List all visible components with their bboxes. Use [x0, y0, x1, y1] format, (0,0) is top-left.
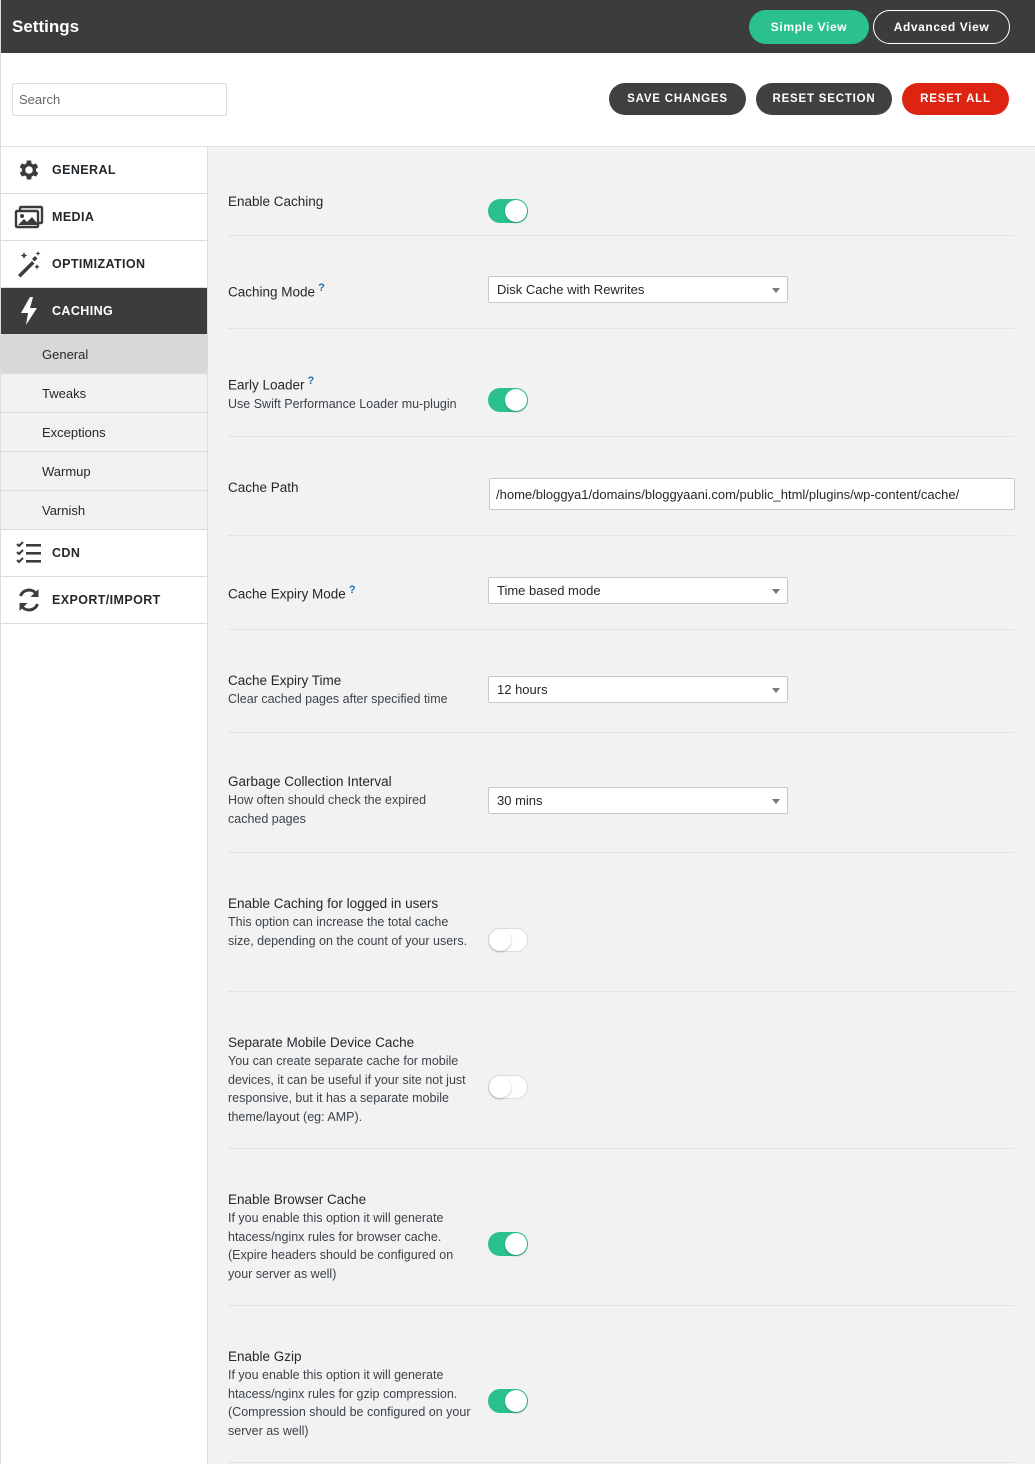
sync-icon: [14, 585, 44, 615]
chevron-down-icon: [772, 589, 780, 594]
setting-label: Cache Expiry Time: [228, 673, 342, 688]
save-changes-button[interactable]: SAVE CHANGES: [609, 83, 746, 115]
setting-label: Early Loader: [228, 377, 305, 393]
setting-row-cache-expiry-mode: Cache Expiry Mode? Time based mode: [228, 536, 1014, 630]
sidebar-subitem-tweaks[interactable]: Tweaks: [1, 374, 207, 413]
sidebar-item-label: CDN: [52, 546, 81, 560]
sidebar-item-label: MEDIA: [52, 210, 95, 224]
setting-label: Garbage Collection Interval: [228, 774, 392, 789]
cache-expiry-time-select[interactable]: 12 hours: [488, 676, 788, 703]
setting-description: If you enable this option it will genera…: [228, 1211, 454, 1281]
sidebar-item-cdn[interactable]: CDN: [1, 530, 207, 577]
mobile-cache-toggle[interactable]: [488, 1075, 528, 1099]
settings-window: Settings Simple View Advanced View SAVE …: [0, 0, 1035, 1464]
sidebar-subitem-exceptions[interactable]: Exceptions: [1, 413, 207, 452]
sidebar-item-label: OPTIMIZATION: [52, 257, 146, 271]
gzip-toggle[interactable]: [488, 1389, 528, 1413]
setting-row-early-loader: Early Loader? Use Swift Performance Load…: [228, 329, 1014, 437]
toolbar: SAVE CHANGES RESET SECTION RESET ALL: [1, 53, 1035, 147]
setting-description: This option can increase the total cache…: [228, 915, 468, 948]
magic-wand-icon: [14, 249, 44, 279]
sidebar-item-label: GENERAL: [52, 163, 116, 177]
settings-panel: Enable Caching Caching Mode? Disk Cache …: [208, 147, 1035, 1464]
cache-path-input[interactable]: /home/bloggya1/domains/bloggyaani.com/pu…: [489, 478, 1015, 510]
sidebar-item-export-import[interactable]: EXPORT/IMPORT: [1, 577, 207, 624]
setting-description: If you enable this option it will genera…: [228, 1368, 471, 1438]
setting-label: Cache Path: [228, 480, 299, 495]
help-icon[interactable]: ?: [308, 375, 315, 387]
setting-description: How often should check the expired cache…: [228, 793, 427, 826]
setting-row-enable-caching: Enable Caching: [228, 147, 1014, 236]
setting-row-gc-interval: Garbage Collection Interval How often sh…: [228, 733, 1014, 853]
help-icon[interactable]: ?: [349, 584, 356, 596]
sidebar-item-label: CACHING: [52, 304, 114, 318]
advanced-view-button[interactable]: Advanced View: [873, 10, 1010, 44]
simple-view-button[interactable]: Simple View: [749, 10, 869, 44]
setting-row-gzip: Enable Gzip If you enable this option it…: [228, 1306, 1014, 1463]
header-bar: Settings Simple View Advanced View: [1, 0, 1035, 53]
chevron-down-icon: [772, 288, 780, 293]
setting-label: Enable Caching: [228, 194, 324, 209]
setting-row-browser-cache: Enable Browser Cache If you enable this …: [228, 1149, 1014, 1306]
sidebar-subitem-varnish[interactable]: Varnish: [1, 491, 207, 530]
setting-description: Clear cached pages after specified time: [228, 692, 448, 706]
sidebar-item-optimization[interactable]: OPTIMIZATION: [1, 241, 207, 288]
chevron-down-icon: [772, 799, 780, 804]
setting-label: Enable Browser Cache: [228, 1192, 367, 1207]
sidebar: GENERAL MEDIA OPTIMIZATION CACHING Gener…: [1, 147, 208, 1464]
enable-caching-toggle[interactable]: [488, 199, 528, 223]
reset-section-button[interactable]: RESET SECTION: [756, 83, 892, 115]
setting-row-cache-expiry-time: Cache Expiry Time Clear cached pages aft…: [228, 630, 1014, 733]
browser-cache-toggle[interactable]: [488, 1232, 528, 1256]
setting-row-logged-in-users: Enable Caching for logged in users This …: [228, 853, 1014, 992]
setting-row-mobile-cache: Separate Mobile Device Cache You can cre…: [228, 992, 1014, 1149]
chevron-down-icon: [772, 688, 780, 693]
images-icon: [14, 202, 44, 232]
cache-expiry-mode-select[interactable]: Time based mode: [488, 577, 788, 604]
gc-interval-select[interactable]: 30 mins: [488, 787, 788, 814]
help-icon[interactable]: ?: [318, 282, 325, 294]
page-title: Settings: [12, 17, 80, 36]
sidebar-item-label: EXPORT/IMPORT: [52, 593, 161, 607]
setting-row-cache-path: Cache Path /home/bloggya1/domains/bloggy…: [228, 437, 1015, 536]
logged-in-cache-toggle[interactable]: [488, 928, 528, 952]
gear-icon: [14, 155, 44, 185]
sidebar-subitem-general[interactable]: General: [1, 335, 207, 374]
checklist-icon: [14, 538, 44, 568]
early-loader-toggle[interactable]: [488, 388, 528, 412]
lightning-bolt-icon: [14, 296, 44, 326]
sidebar-item-media[interactable]: MEDIA: [1, 194, 207, 241]
sidebar-subitem-warmup[interactable]: Warmup: [1, 452, 207, 491]
setting-row-caching-mode: Caching Mode? Disk Cache with Rewrites: [228, 236, 1014, 329]
setting-label: Enable Gzip: [228, 1349, 302, 1364]
setting-label: Cache Expiry Mode: [228, 586, 346, 602]
sidebar-item-general[interactable]: GENERAL: [1, 147, 207, 194]
setting-description: You can create separate cache for mobile…: [228, 1054, 466, 1124]
caching-mode-select[interactable]: Disk Cache with Rewrites: [488, 276, 788, 303]
setting-label: Enable Caching for logged in users: [228, 896, 439, 911]
sidebar-item-caching[interactable]: CACHING: [1, 288, 207, 335]
search-input[interactable]: [12, 83, 227, 116]
setting-description: Use Swift Performance Loader mu-plugin: [228, 396, 457, 411]
setting-label: Separate Mobile Device Cache: [228, 1035, 415, 1050]
reset-all-button[interactable]: RESET ALL: [902, 83, 1009, 115]
setting-label: Caching Mode: [228, 284, 316, 300]
